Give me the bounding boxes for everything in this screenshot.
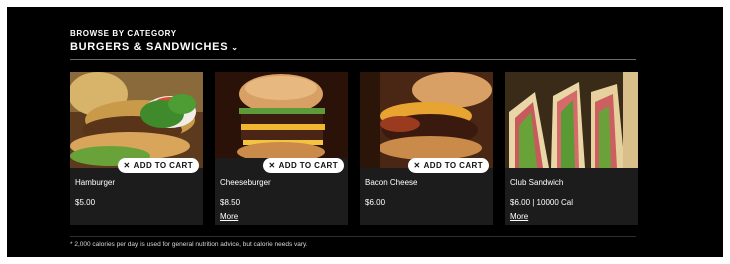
header-divider xyxy=(70,59,636,60)
club-sandwich-image[interactable] xyxy=(505,72,638,168)
category-dropdown[interactable]: BURGERS & SANDWICHES ⌄ xyxy=(70,41,239,53)
hamburger-image[interactable] xyxy=(70,72,203,168)
product-card-club-sandwich[interactable]: Club Sandwich $6.00 | 10000 Cal More xyxy=(505,72,638,225)
calorie-footnote: * 2,000 calories per day is used for gen… xyxy=(70,241,308,248)
menu-panel: BROWSE BY CATEGORY BURGERS & SANDWICHES … xyxy=(7,7,723,257)
product-price: $6.00 xyxy=(365,198,386,207)
product-grid: ✕ ADD TO CART Hamburger $5.00 ✕ ADD TO C… xyxy=(70,72,638,225)
footer-divider xyxy=(70,236,636,237)
add-to-cart-button[interactable]: ✕ ADD TO CART xyxy=(117,158,199,173)
fork-knife-icon: ✕ xyxy=(413,161,421,170)
product-price: $5.00 xyxy=(75,198,96,207)
browse-by-category-label: BROWSE BY CATEGORY xyxy=(70,29,177,38)
fork-knife-icon: ✕ xyxy=(268,161,276,170)
product-name: Hamburger xyxy=(75,178,116,187)
product-name: Cheeseburger xyxy=(220,178,271,187)
add-to-cart-button[interactable]: ✕ ADD TO CART xyxy=(407,158,489,173)
bacon-cheese-image[interactable] xyxy=(360,72,493,168)
more-link[interactable]: More xyxy=(220,212,238,221)
add-to-cart-button[interactable]: ✕ ADD TO CART xyxy=(262,158,344,173)
more-link[interactable]: More xyxy=(510,212,528,221)
category-selected-value: BURGERS & SANDWICHES xyxy=(70,41,229,53)
chevron-down-icon: ⌄ xyxy=(231,42,239,52)
product-card-hamburger[interactable]: ✕ ADD TO CART Hamburger $5.00 xyxy=(70,72,203,225)
fork-knife-icon: ✕ xyxy=(123,161,131,170)
product-card-cheeseburger[interactable]: ✕ ADD TO CART Cheeseburger $8.50 More xyxy=(215,72,348,225)
cheeseburger-image[interactable] xyxy=(215,72,348,168)
product-name: Club Sandwich xyxy=(510,178,564,187)
product-price: $6.00 | 10000 Cal xyxy=(510,198,574,207)
product-price: $8.50 xyxy=(220,198,241,207)
product-name: Bacon Cheese xyxy=(365,178,418,187)
product-card-bacon-cheese[interactable]: ✕ ADD TO CART Bacon Cheese $6.00 xyxy=(360,72,493,225)
